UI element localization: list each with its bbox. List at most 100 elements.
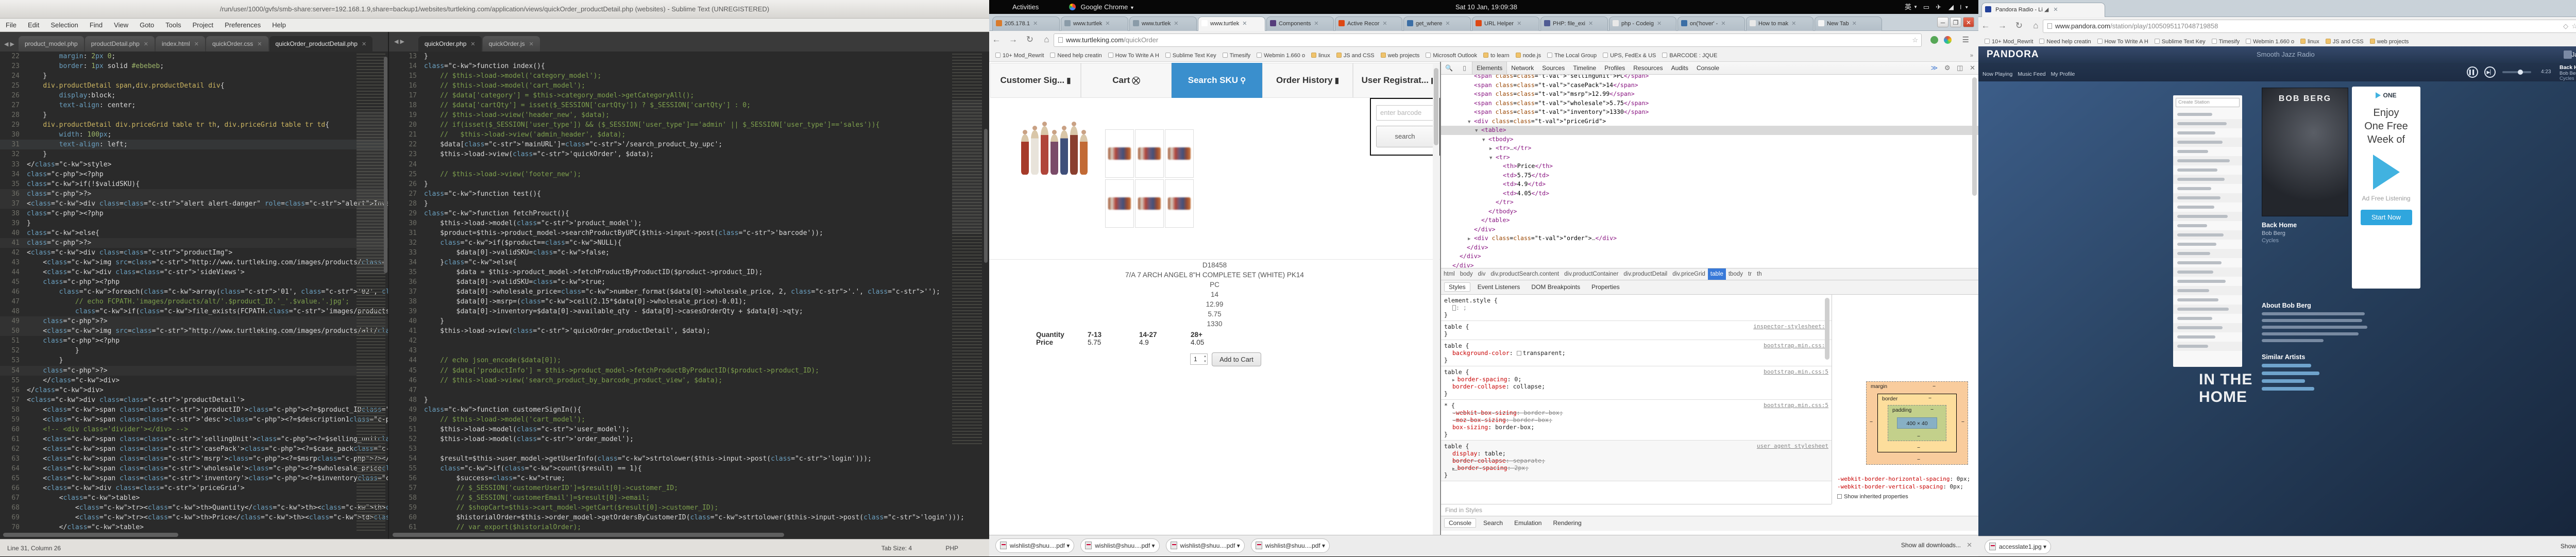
tree-node[interactable]: ▼<table>: [1441, 126, 1978, 135]
back-icon[interactable]: ←: [1978, 17, 1993, 35]
tree-node[interactable]: ▼<tbody>: [1441, 135, 1978, 144]
code-line[interactable]: 39}: [0, 218, 388, 228]
minimap[interactable]: [357, 54, 385, 533]
code-line[interactable]: 44 <class="c-kw">div class=class="c-str"…: [0, 267, 388, 277]
code-line[interactable]: 39 $data[0]->inventory=$data[0]->availab…: [389, 307, 989, 316]
tree-node[interactable]: </div>: [1441, 252, 1978, 261]
code-line[interactable]: 52 }: [0, 346, 388, 356]
style-property[interactable]: background-color: transparent;: [1444, 349, 1828, 357]
breadcrumb-item[interactable]: div.productSearch.content: [1488, 268, 1562, 280]
menu-item-goto[interactable]: Goto: [134, 19, 160, 32]
devtools-tab-timeline[interactable]: Timeline: [1569, 62, 1600, 74]
station-list-item[interactable]: [2173, 184, 2242, 193]
browser-tab[interactable]: on('hover' -✕: [1677, 16, 1745, 31]
code-line[interactable]: 49class="c-kw">function customerSignIn()…: [389, 405, 989, 415]
activities-button[interactable]: Activities: [1012, 3, 1039, 11]
code-line[interactable]: 58 <class="c-kw">span class=class="c-str…: [0, 405, 388, 415]
scrollbar[interactable]: [3, 533, 178, 537]
style-property[interactable]: display: table;: [1444, 450, 1828, 457]
console-tab-search[interactable]: Search: [1479, 519, 1507, 527]
shield-icon[interactable]: ◇: [2563, 20, 2568, 32]
menu-item-selection[interactable]: Selection: [45, 19, 83, 32]
similar-artist-link[interactable]: [2262, 372, 2319, 375]
station-list-item[interactable]: [2173, 240, 2242, 249]
station-list-item[interactable]: [2173, 193, 2242, 202]
pandora-nav-my-profile[interactable]: My Profile: [2051, 71, 2075, 77]
station-list-item[interactable]: [2173, 314, 2242, 323]
bookmark-item[interactable]: Timesify: [1223, 49, 1251, 62]
code-line[interactable]: 35class="c-kw">if(!$validSKU){: [0, 179, 388, 189]
devtools-tab-sources[interactable]: Sources: [1538, 62, 1569, 74]
browser-tab[interactable]: How to mak✕: [1746, 16, 1814, 31]
close-icon[interactable]: ✕: [362, 41, 366, 47]
code-line[interactable]: 47 // echo FCPATH.'images/products/alt/'…: [0, 297, 388, 307]
station-list-item[interactable]: [2173, 258, 2242, 267]
code-line[interactable]: 68 <class="c-kw">tr><class="c-kw">th>Qua…: [0, 503, 388, 513]
bookmark-item[interactable]: Need help creatin: [1050, 49, 1101, 62]
station-list-item[interactable]: [2173, 332, 2242, 342]
close-icon[interactable]: ✕: [1967, 541, 1972, 549]
code-line[interactable]: 24 }: [0, 71, 388, 81]
station-list-item[interactable]: [2173, 230, 2242, 240]
code-line[interactable]: 60 <!-- <div class='divider'></div> -->: [0, 425, 388, 434]
code-line[interactable]: 53 }: [0, 356, 388, 365]
reload-icon[interactable]: ↻: [2012, 17, 2026, 35]
barcode-search-button[interactable]: search: [1376, 126, 1434, 147]
browser-tab[interactable]: Active Recor✕: [1335, 16, 1402, 31]
nav-tab-cart[interactable]: Cart ⛒: [1081, 63, 1172, 98]
download-item[interactable]: wishlist@shuu....pdf ▾: [1251, 538, 1330, 553]
pandora-nav-music-feed[interactable]: Music Feed: [2018, 71, 2045, 77]
code-line[interactable]: 46 class="c-kw">foreach(class="c-kw">arr…: [0, 287, 388, 297]
console-drawer-icon[interactable]: ≫: [1931, 64, 1938, 72]
airplane-mode-icon[interactable]: ✈: [1936, 0, 1941, 14]
create-station-input[interactable]: Create Station: [2176, 98, 2240, 107]
station-list[interactable]: Create Station: [2173, 95, 2242, 367]
station-list-item[interactable]: [2173, 267, 2242, 277]
code-line[interactable]: 23 $this->load->view(class="c-str">'quic…: [389, 149, 989, 159]
editor-tab[interactable]: quickOrder.css✕: [206, 36, 268, 52]
code-line[interactable]: 14class="c-kw">function index(){: [389, 61, 989, 71]
code-line[interactable]: 51 $this->load->model(class="c-str">'use…: [389, 425, 989, 434]
close-icon[interactable]: ✕: [1517, 21, 1521, 27]
tree-node[interactable]: <span class=class="t-val">"sellingUnit">…: [1441, 75, 1978, 81]
pandora-one-ad[interactable]: ONE Enjoy One Free Week of Ad Free Liste…: [2352, 87, 2420, 289]
code-line[interactable]: 54 $result=$this->user_model->getUserInf…: [389, 454, 989, 464]
code-line[interactable]: 23 border: 1px solid #ebebeb;: [0, 61, 388, 71]
close-icon[interactable]: ✕: [470, 41, 475, 47]
close-button[interactable]: ✕: [1963, 17, 1974, 27]
browser-tab[interactable]: Pandora Radio - Li ◢ ✕: [1981, 3, 2105, 17]
code-line[interactable]: 45 // $data['productInfo'] = $this->prod…: [389, 366, 989, 376]
bookmark-star-icon[interactable]: ☆: [1912, 34, 1918, 46]
nav-tab-user-registrat-[interactable]: User Registrat... ▮: [1353, 63, 1440, 98]
close-icon[interactable]: ✕: [1314, 21, 1318, 27]
code-line[interactable]: 37 $data[0]->wholesale_price=class="c-kw…: [389, 287, 989, 297]
station-list-item[interactable]: [2173, 119, 2242, 128]
nav-tab-order-history[interactable]: Order History ▮: [1262, 63, 1353, 98]
code-line[interactable]: 43: [389, 346, 989, 356]
code-line[interactable]: 31 text-align: left;: [0, 140, 388, 149]
tree-node[interactable]: <td>5.75</td>: [1441, 171, 1978, 180]
close-icon[interactable]: ✕: [1174, 21, 1178, 27]
menu-item-preferences[interactable]: Preferences: [219, 19, 266, 32]
station-list-item[interactable]: [2173, 110, 2242, 119]
code-line[interactable]: 38 $data[0]->msrp=(class="c-kw">ceil(2.1…: [389, 297, 989, 307]
show-inherited-checkbox[interactable]: Show inherited properties: [1837, 494, 1908, 500]
reload-icon[interactable]: ↻: [1023, 31, 1037, 48]
chevron-down-icon[interactable]: ▾: [1065, 542, 1070, 549]
code-line[interactable]: 50 // $this->load->model('cart_model');: [389, 415, 989, 425]
extension-icon[interactable]: [1930, 36, 1938, 44]
next-track-icon[interactable]: ▶▏: [2484, 66, 2496, 78]
home-icon[interactable]: ⌂: [2028, 17, 2043, 35]
code-line[interactable]: 13}: [389, 52, 989, 61]
code-line[interactable]: 15 // $this->load->model('category_model…: [389, 71, 989, 81]
code-line[interactable]: 52 $this->load->model(class="c-str">'ord…: [389, 434, 989, 444]
code-line[interactable]: 57 // $_SESSION['customerUserID']=$resul…: [389, 483, 989, 493]
pause-icon[interactable]: ▌▌: [2467, 66, 2478, 78]
code-line[interactable]: 43 <class="c-kw">img src=class="c-str">"…: [0, 258, 388, 267]
style-property[interactable]: ▶ border-spacing: 0;: [1444, 376, 1828, 383]
code-line[interactable]: 49 class="c-php">?>: [0, 316, 388, 326]
code-line[interactable]: 38class="c-php"><?php: [0, 209, 388, 218]
browser-tab[interactable]: 205.178.1✕: [992, 16, 1060, 31]
similar-artist-link[interactable]: [2262, 364, 2311, 367]
station-list-item[interactable]: [2173, 212, 2242, 221]
